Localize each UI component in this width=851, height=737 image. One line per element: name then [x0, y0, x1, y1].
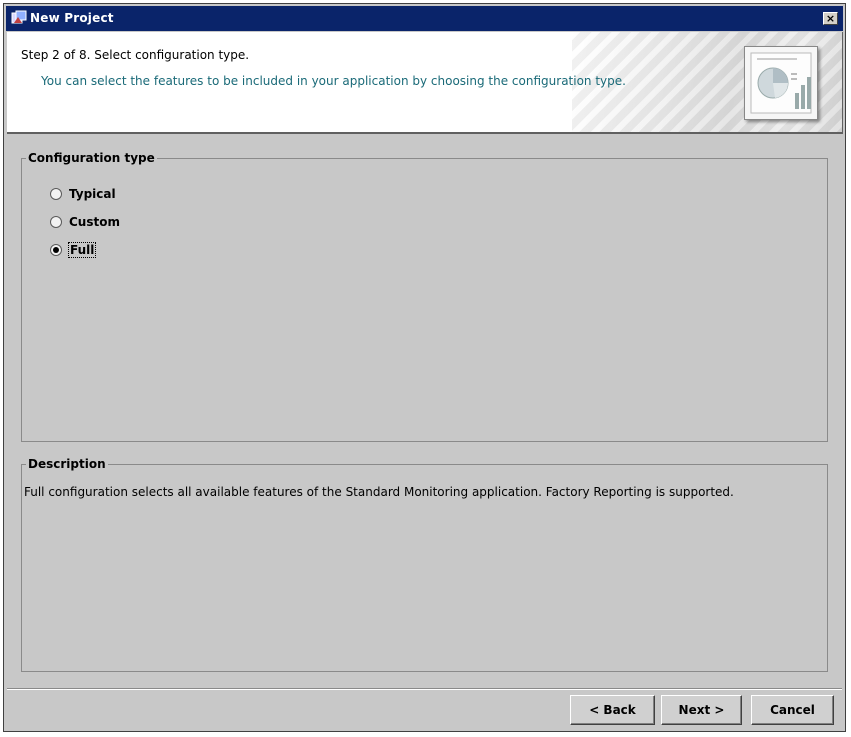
description-group: Description Full configuration selects a… [21, 457, 828, 672]
wizard-header: Step 2 of 8. Select configuration type. … [7, 32, 843, 134]
report-chart-icon [744, 46, 818, 120]
project-wizard-icon [11, 10, 27, 24]
close-button[interactable]: × [823, 12, 838, 25]
radio-option-full[interactable]: Full [50, 241, 97, 259]
radio-button-full[interactable] [50, 244, 62, 256]
radio-label-typical[interactable]: Typical [69, 187, 116, 201]
description-text: Full configuration selects all available… [24, 485, 734, 499]
radio-button-typical[interactable] [50, 188, 62, 200]
cancel-button[interactable]: Cancel [751, 695, 834, 725]
radio-label-custom[interactable]: Custom [69, 215, 120, 229]
radio-label-full[interactable]: Full [67, 242, 97, 258]
configuration-type-group: Configuration type Typical Custom Full [21, 151, 828, 442]
window-title: New Project [30, 11, 114, 25]
step-title: Step 2 of 8. Select configuration type. [21, 48, 250, 62]
step-description: You can select the features to be includ… [41, 74, 626, 88]
title-bar[interactable]: New Project × [6, 6, 843, 31]
radio-option-custom[interactable]: Custom [50, 213, 120, 231]
back-button[interactable]: < Back [570, 695, 655, 725]
description-legend: Description [26, 457, 108, 471]
radio-button-custom[interactable] [50, 216, 62, 228]
radio-option-typical[interactable]: Typical [50, 185, 116, 203]
next-button[interactable]: Next > [661, 695, 742, 725]
footer-separator [7, 688, 842, 690]
configuration-type-legend: Configuration type [26, 151, 157, 165]
new-project-dialog: New Project × Step 2 of 8. Select config… [3, 3, 846, 732]
